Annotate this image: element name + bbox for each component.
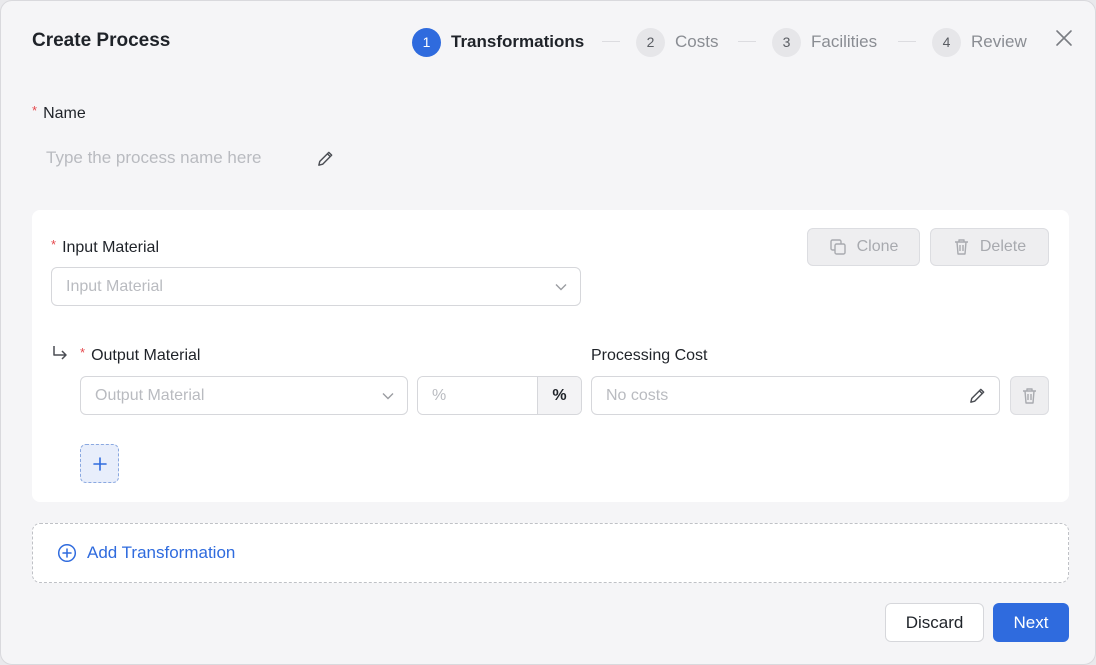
step-label: Facilities (811, 32, 878, 51)
input-material-select[interactable]: Input Material (51, 267, 581, 306)
clone-label: Clone (856, 238, 899, 255)
dialog-header: Create Process 1 Transformations 2 Costs… (1, 1, 1095, 81)
name-input[interactable] (32, 148, 302, 168)
output-material-label-text: Output Material (91, 347, 201, 364)
processing-cost-value: No costs (606, 386, 669, 404)
percentage-input[interactable] (418, 377, 537, 414)
step-connector (602, 41, 620, 42)
input-material-label-text: Input Material (62, 239, 159, 256)
processing-cost-edit-button[interactable] (968, 386, 987, 405)
step-number: 4 (932, 27, 961, 57)
name-edit-button[interactable] (316, 149, 335, 168)
percentage-addon: % (537, 377, 581, 414)
output-material-placeholder: Output Material (95, 386, 205, 404)
input-material-label: * Input Material (51, 237, 159, 257)
add-transformation-button[interactable]: Add Transformation (32, 523, 1069, 583)
name-label-text: Name (43, 105, 86, 122)
delete-button[interactable]: Delete (930, 228, 1049, 266)
create-process-dialog: Create Process 1 Transformations 2 Costs… (0, 0, 1096, 665)
chevron-down-icon (381, 389, 395, 403)
output-delete-button[interactable] (1010, 376, 1049, 415)
add-transformation-label: Add Transformation (87, 543, 236, 562)
name-field (32, 141, 352, 175)
discard-button[interactable]: Discard (885, 603, 984, 642)
step-facilities[interactable]: 3 Facilities (772, 27, 877, 57)
required-mark: * (80, 345, 86, 360)
step-number: 3 (772, 27, 801, 57)
required-mark: * (32, 103, 38, 118)
step-label: Transformations (451, 32, 585, 51)
copy-icon (829, 239, 846, 255)
pencil-icon (318, 151, 333, 166)
chevron-down-icon (554, 280, 568, 294)
next-button[interactable]: Next (993, 603, 1069, 642)
processing-cost-field[interactable]: No costs (591, 376, 1000, 415)
clone-button[interactable]: Clone (807, 228, 920, 266)
step-review[interactable]: 4 Review (932, 27, 1027, 57)
delete-label: Delete (979, 238, 1027, 255)
step-connector (738, 41, 756, 42)
transformation-card: * Input Material Input Material Clone Del… (32, 210, 1069, 502)
processing-cost-label: Processing Cost (591, 347, 708, 364)
required-mark: * (51, 237, 57, 252)
step-connector (898, 41, 916, 42)
output-material-select[interactable]: Output Material (80, 376, 408, 415)
input-material-placeholder: Input Material (66, 277, 163, 295)
subdirectory-arrow-icon (51, 344, 69, 362)
plus-circle-icon (57, 543, 77, 563)
step-transformations[interactable]: 1 Transformations (412, 27, 584, 57)
step-costs[interactable]: 2 Costs (636, 27, 718, 57)
add-output-button[interactable] (80, 444, 119, 483)
dialog-title: Create Process (32, 30, 171, 51)
output-material-label: * Output Material (80, 345, 201, 365)
plus-icon (92, 456, 107, 471)
step-number: 2 (636, 27, 665, 57)
step-label: Costs (675, 32, 719, 51)
trash-icon (954, 239, 968, 255)
close-icon (1056, 30, 1072, 46)
trash-icon (1023, 387, 1036, 404)
close-button[interactable] (1053, 27, 1075, 49)
step-label: Review (971, 32, 1027, 51)
step-number: 1 (412, 27, 441, 57)
pencil-icon (970, 388, 985, 403)
name-label: * Name (32, 103, 86, 123)
percentage-field: % (417, 376, 582, 415)
